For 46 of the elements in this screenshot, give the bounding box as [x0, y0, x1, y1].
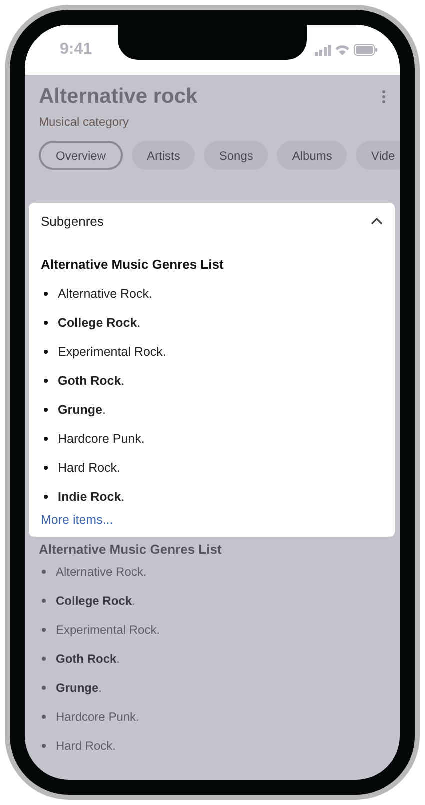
list-item: Experimental Rock. — [56, 622, 160, 636]
list-item: College Rock. — [58, 316, 141, 330]
list-item: Alternative Rock. — [56, 564, 147, 578]
tab[interactable]: Vide — [356, 141, 400, 170]
bullet-icon — [42, 656, 46, 660]
list-item: Indie Rock. — [58, 490, 125, 504]
list-item: Hard Rock. — [58, 460, 121, 474]
list-heading: Alternative Music Genres List — [41, 257, 225, 272]
list-item: Experimental Rock. — [58, 344, 166, 358]
page-subtitle: Musical category — [39, 115, 130, 129]
signal-icon — [315, 44, 331, 56]
tab[interactable]: Overview — [39, 141, 124, 170]
list-item: Grunge. — [58, 402, 106, 416]
list-item: Alternative Rock. — [58, 286, 152, 300]
tab[interactable]: Albums — [277, 141, 348, 170]
list-item: Goth Rock. — [58, 374, 125, 388]
tab[interactable]: Artists — [132, 141, 196, 170]
bullet-icon — [42, 714, 46, 718]
list-item: College Rock. — [56, 594, 136, 608]
status-time: 9:41 — [60, 41, 92, 59]
card-title: Subgenres — [41, 214, 104, 228]
page-title: Alternative rock — [39, 85, 198, 109]
more-items-link[interactable]: More items... — [41, 513, 114, 527]
wifi-icon — [335, 44, 350, 56]
bullet-icon — [42, 598, 46, 602]
list-item: Grunge. — [56, 680, 102, 694]
bullet-icon — [44, 494, 48, 498]
bullet-icon — [44, 436, 48, 440]
bullet-icon — [42, 570, 46, 574]
bullet-icon — [44, 320, 48, 324]
list-heading: Alternative Music Genres List — [39, 542, 223, 557]
list-item: Goth Rock. — [56, 652, 120, 666]
bullet-icon — [44, 378, 48, 382]
list-item: Hard Rock. — [56, 738, 116, 752]
bullet-icon — [44, 292, 48, 296]
list-item: Hardcore Punk. — [58, 432, 145, 446]
bullet-icon — [44, 350, 48, 354]
battery-icon — [354, 44, 378, 56]
bullet-icon — [44, 466, 48, 470]
bullet-icon — [42, 744, 46, 748]
bullet-icon — [42, 628, 46, 632]
list-item: Hardcore Punk. — [56, 710, 140, 724]
bullet-icon — [42, 686, 46, 690]
bullet-icon — [44, 408, 48, 412]
tab[interactable]: Songs — [204, 141, 268, 170]
chevron-icon[interactable] — [371, 217, 383, 225]
